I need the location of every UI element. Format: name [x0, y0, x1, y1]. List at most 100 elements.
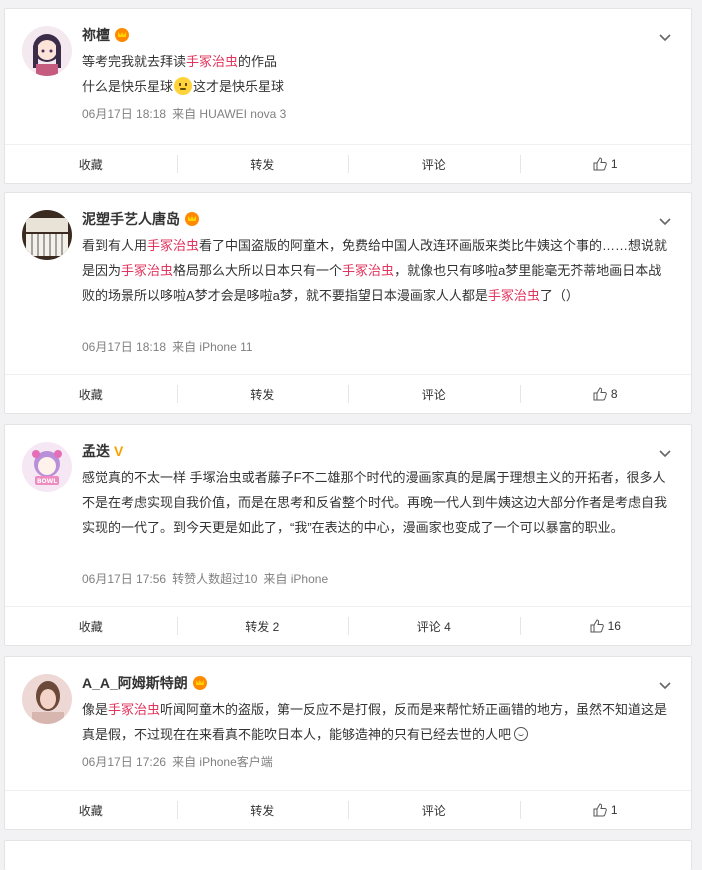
- username-text[interactable]: 泥塑手艺人唐岛: [82, 211, 180, 227]
- content-text: 了（）: [539, 288, 579, 303]
- avatar[interactable]: [22, 674, 72, 724]
- vip-crown-icon: [192, 676, 207, 690]
- comment-button[interactable]: 评论: [348, 791, 520, 829]
- content-text: 感觉真的不太一样 手塚治虫或者藤子F不二雄那个时代的漫画家真的是属于理想主义的开…: [82, 470, 668, 535]
- collect-button[interactable]: 收藏: [5, 791, 177, 829]
- content-text: 听闻阿童木的盗版，第一反应不是打假，反而是来帮忙矫正画错的地方，虽然不知道这是真…: [82, 702, 668, 742]
- action-bar: 收藏 转发 2 评论 4 16: [5, 606, 691, 645]
- content-text: 格局那么大所以日本只有一个: [173, 263, 343, 278]
- like-count: 8: [610, 387, 618, 401]
- post-content: 等考完我就去拜读手冢治虫的作品 什么是快乐星球 这才是快乐星球: [82, 49, 671, 99]
- thinking-emoji-icon: [174, 77, 193, 95]
- smile-emoji-icon: [514, 727, 529, 741]
- content-text: 看到有人用: [82, 238, 148, 253]
- source: 来自 iPhone: [263, 572, 329, 586]
- comment-label: 评论: [421, 387, 446, 402]
- repost-button[interactable]: 转发 2: [176, 607, 349, 645]
- repost-label: 转发 2: [245, 619, 280, 634]
- comment-button[interactable]: 评论: [348, 145, 520, 183]
- source: 来自 iPhone 11: [172, 340, 253, 354]
- post-card: A_A_阿姆斯特朗 像是手冢治虫听闻阿童木的盗版，第一反应不是打假，反而是来帮忙…: [4, 656, 692, 830]
- keyword-link[interactable]: 手冢治虫: [186, 54, 238, 69]
- content-text: 这才是快乐星球: [193, 79, 285, 94]
- post-content: 看到有人用手冢治虫看了中国盗版的阿童木，免费给中国人改连环画版来类比牛姨这个事的…: [82, 233, 671, 308]
- keyword-link[interactable]: 手冢治虫: [147, 238, 199, 253]
- post-card: [4, 840, 692, 870]
- chevron-down-icon[interactable]: [657, 677, 673, 693]
- comment-button[interactable]: 评论 4: [348, 607, 520, 645]
- avatar[interactable]: [22, 210, 72, 260]
- source: 来自 iPhone客户端: [172, 755, 273, 769]
- post-card: 泥塑手艺人唐岛 看到有人用手冢治虫看了中国盗版的阿童木，免费给中国人改连环画版来…: [4, 192, 692, 414]
- action-bar: 收藏 转发 评论 8: [5, 374, 691, 413]
- keyword-link[interactable]: 手冢治虫: [108, 702, 160, 717]
- comment-label: 评论: [421, 803, 446, 818]
- post-card: 祢檀 等考完我就去拜读手冢治虫的作品 什么是快乐星球 这才是快乐星球 06月17日…: [4, 8, 692, 184]
- collect-button[interactable]: 收藏: [5, 145, 177, 183]
- chevron-down-icon[interactable]: [657, 445, 673, 461]
- like-button[interactable]: 8: [519, 375, 692, 413]
- post-meta: 06月17日 17:56 转赞人数超过10 来自 iPhone: [82, 570, 334, 587]
- action-bar: 收藏 转发 评论 1: [5, 144, 691, 183]
- collect-label: 收藏: [78, 619, 103, 634]
- comment-label: 评论 4: [416, 619, 451, 634]
- thumbs-up-icon: [590, 619, 604, 633]
- repost-button[interactable]: 转发: [176, 791, 349, 829]
- like-count: 1: [610, 803, 618, 817]
- username-text[interactable]: 孟迭: [82, 443, 110, 459]
- timestamp[interactable]: 06月17日 17:26: [82, 755, 166, 769]
- keyword-link[interactable]: 手冢治虫: [488, 288, 540, 303]
- like-button[interactable]: 16: [519, 607, 692, 645]
- action-bar: 收藏 转发 评论 1: [5, 790, 691, 829]
- vip-crown-icon: [185, 212, 199, 226]
- like-button[interactable]: 1: [519, 791, 692, 829]
- repost-label: 转发: [250, 157, 275, 172]
- username[interactable]: 孟迭 V: [82, 441, 123, 461]
- like-count: 1: [610, 157, 618, 171]
- verified-v-icon: V: [114, 443, 124, 459]
- like-button[interactable]: 1: [519, 145, 692, 183]
- thumbs-up-icon: [593, 387, 607, 401]
- svg-text:BOWL: BOWL: [37, 478, 57, 485]
- thumbs-up-icon: [593, 157, 607, 171]
- like-count: 16: [607, 619, 621, 633]
- username[interactable]: 泥塑手艺人唐岛: [82, 209, 199, 229]
- username-text[interactable]: 祢檀: [82, 27, 110, 43]
- content-text: 等考完我就去拜读: [82, 54, 187, 69]
- post-card: BOWL 孟迭 V 感觉真的不太一样 手塚治虫或者藤子F不二雄那个时代的漫画家真的…: [4, 424, 692, 646]
- content-text: 像是: [82, 702, 109, 717]
- repost-label: 转发: [250, 387, 275, 402]
- post-meta: 06月17日 17:26 来自 iPhone客户端: [82, 753, 279, 770]
- collect-button[interactable]: 收藏: [5, 375, 177, 413]
- repost-label: 转发: [250, 803, 275, 818]
- timestamp[interactable]: 06月17日 18:18: [82, 340, 166, 354]
- source: 来自 HUAWEI nova 3: [172, 107, 287, 121]
- comment-label: 评论: [421, 157, 446, 172]
- chevron-down-icon[interactable]: [657, 213, 673, 229]
- timestamp[interactable]: 06月17日 18:18: [82, 107, 166, 121]
- collect-label: 收藏: [78, 157, 103, 172]
- collect-label: 收藏: [78, 803, 103, 818]
- content-text: 的作品: [238, 54, 278, 69]
- content-text: 什么是快乐星球: [82, 79, 174, 94]
- repost-button[interactable]: 转发: [176, 145, 349, 183]
- username-text[interactable]: A_A_阿姆斯特朗: [82, 675, 188, 691]
- thumbs-up-icon: [593, 803, 607, 817]
- post-meta: 06月17日 18:18 来自 iPhone 11: [82, 338, 259, 355]
- collect-button[interactable]: 收藏: [5, 607, 177, 645]
- avatar[interactable]: BOWL: [22, 442, 72, 492]
- avatar[interactable]: [22, 26, 72, 76]
- repost-like-note: 转赞人数超过10: [172, 572, 258, 586]
- timestamp[interactable]: 06月17日 17:56: [82, 572, 166, 586]
- keyword-link[interactable]: 手冢治虫: [121, 263, 173, 278]
- post-content: 像是手冢治虫听闻阿童木的盗版，第一反应不是打假，反而是来帮忙矫正画错的地方，虽然…: [82, 697, 671, 747]
- comment-button[interactable]: 评论: [348, 375, 520, 413]
- post-content: 感觉真的不太一样 手塚治虫或者藤子F不二雄那个时代的漫画家真的是属于理想主义的开…: [82, 465, 671, 540]
- username[interactable]: 祢檀: [82, 25, 129, 45]
- repost-button[interactable]: 转发: [176, 375, 349, 413]
- collect-label: 收藏: [78, 387, 103, 402]
- chevron-down-icon[interactable]: [657, 29, 673, 45]
- username[interactable]: A_A_阿姆斯特朗: [82, 673, 207, 693]
- vip-crown-icon: [115, 28, 129, 42]
- keyword-link[interactable]: 手冢治虫: [342, 263, 394, 278]
